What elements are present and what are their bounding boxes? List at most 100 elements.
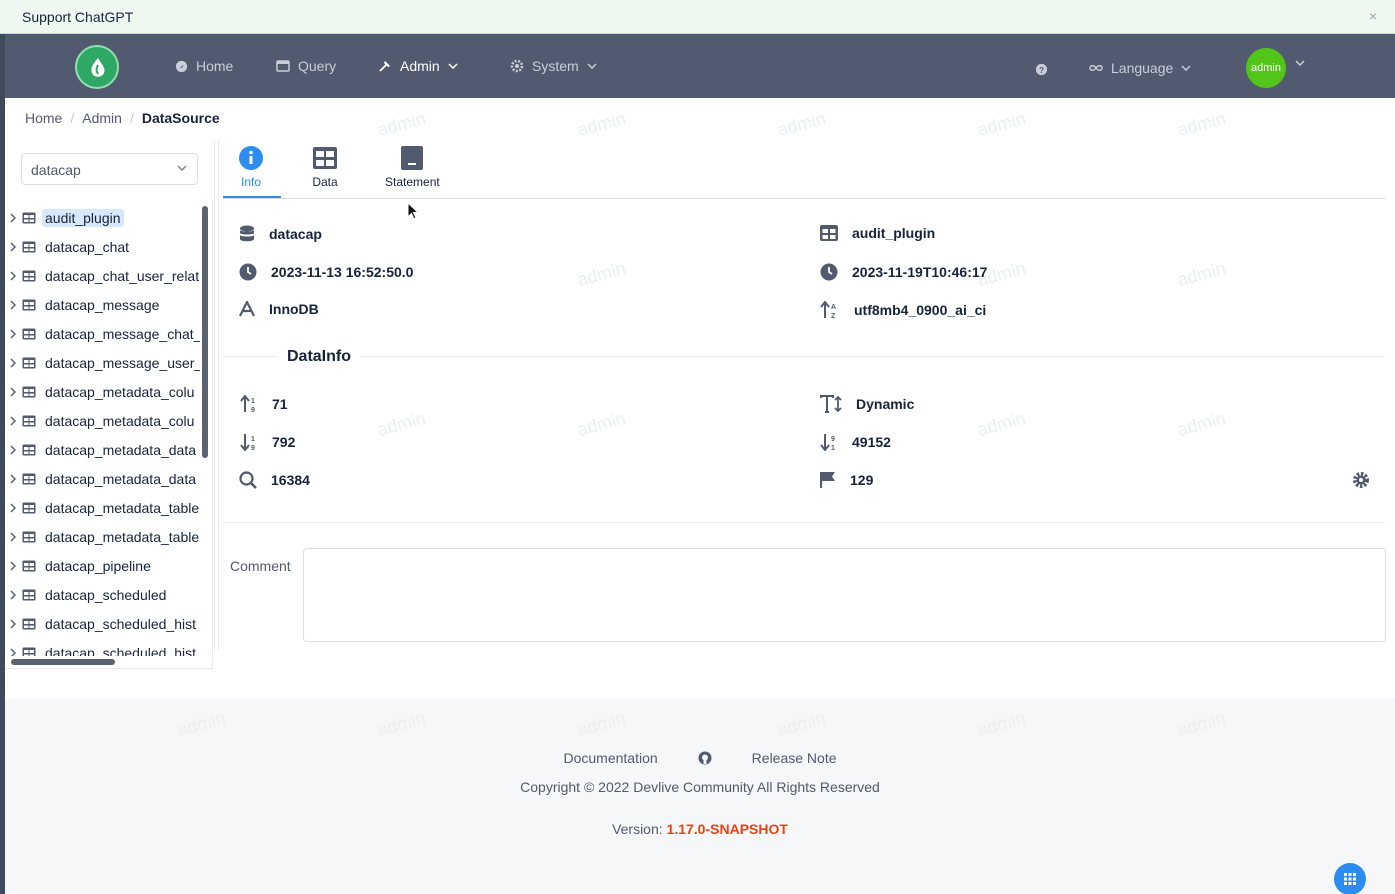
chevron-right-icon[interactable] — [10, 329, 16, 339]
documentation-link[interactable]: Documentation — [564, 750, 658, 766]
chevron-right-icon[interactable] — [10, 445, 16, 455]
tree-item-label: datacap_message_user_ — [45, 355, 200, 371]
breadcrumb-current: DataSource — [141, 110, 220, 126]
table-icon — [22, 560, 36, 572]
tree-item[interactable]: datacap_chat — [10, 236, 200, 258]
tree-item[interactable]: datacap_message_user_ — [10, 352, 200, 374]
github-icon[interactable] — [698, 751, 712, 765]
comment-textarea[interactable] — [303, 548, 1386, 642]
clock-icon — [239, 263, 257, 281]
create-time: 2023-11-13 16:52:50.0 — [271, 264, 414, 280]
nav-system[interactable]: System — [510, 56, 597, 76]
tree-item[interactable]: datacap_chat_user_relat — [10, 265, 200, 287]
chevron-right-icon[interactable] — [10, 242, 16, 252]
info-auto-increment: 129 — [820, 471, 873, 489]
watermark: admin — [375, 708, 428, 741]
font-icon — [239, 301, 255, 317]
logo[interactable] — [75, 45, 119, 89]
nav-admin-label: Admin — [400, 58, 440, 74]
chevron-right-icon[interactable] — [10, 532, 16, 542]
tree-item-label: datacap_chat — [45, 239, 130, 255]
watermark: admin — [575, 708, 628, 741]
section-divider — [223, 522, 1385, 523]
watermark: admin — [1175, 708, 1228, 741]
tree-horizontal-scrollbar[interactable] — [11, 659, 115, 665]
comment-label: Comment — [230, 558, 291, 574]
apps-button[interactable] — [1334, 863, 1366, 894]
table-icon — [22, 444, 36, 456]
tree-item[interactable]: datacap_metadata_data — [10, 439, 200, 461]
tree-item-label: datacap_scheduled — [45, 587, 167, 603]
tree-item[interactable]: datacap_scheduled_hist — [10, 613, 200, 635]
settings-icon[interactable] — [1352, 471, 1370, 489]
tree-item[interactable]: datacap_message_chat_ — [10, 323, 200, 345]
chevron-down-icon — [1181, 65, 1191, 71]
chevron-right-icon[interactable] — [10, 271, 16, 281]
chevron-down-icon — [448, 63, 458, 69]
tree-vertical-scrollbar[interactable] — [202, 206, 208, 458]
panel-splitter[interactable] — [214, 140, 219, 650]
chevron-right-icon[interactable] — [10, 648, 16, 656]
tree-item[interactable]: datacap_metadata_data — [10, 468, 200, 490]
chevron-right-icon[interactable] — [10, 213, 16, 223]
svg-text:A: A — [831, 304, 836, 311]
chevron-right-icon[interactable] — [10, 300, 16, 310]
tab-statement[interactable]: Statement — [385, 145, 440, 189]
tree-item[interactable]: datacap_metadata_colu — [10, 381, 200, 403]
table-icon — [22, 473, 36, 485]
tree-item[interactable]: datacap_metadata_colu — [10, 410, 200, 432]
database-icon — [240, 225, 254, 242]
table-icon — [22, 589, 36, 601]
svg-text:1: 1 — [251, 398, 255, 405]
close-icon[interactable]: × — [1369, 8, 1377, 24]
collation: utf8mb4_0900_ai_ci — [854, 302, 987, 318]
nav-admin[interactable]: Admin — [378, 56, 458, 76]
info-engine: InnoDB — [239, 301, 319, 317]
terminal-icon — [401, 146, 424, 170]
tree-item[interactable]: audit_plugin — [10, 207, 200, 229]
watermark: admin — [175, 708, 228, 741]
table-icon — [22, 328, 36, 340]
svg-text:?: ? — [1039, 64, 1044, 74]
avatar[interactable]: admin — [1246, 48, 1286, 88]
tab-info-label: Info — [240, 175, 261, 189]
data-length: 49152 — [852, 434, 891, 450]
table-tree: audit_plugin datacap_chat datacap_chat_use… — [10, 204, 200, 656]
tree-item[interactable]: datacap_metadata_table — [10, 497, 200, 519]
chevron-right-icon[interactable] — [10, 561, 16, 571]
chevron-right-icon[interactable] — [10, 416, 16, 426]
breadcrumb-admin[interactable]: Admin — [82, 110, 122, 126]
tree-item[interactable]: datacap_scheduled_hist — [10, 642, 200, 656]
breadcrumb-home[interactable]: Home — [25, 110, 62, 126]
tree-item[interactable]: datacap_scheduled — [10, 584, 200, 606]
language-menu[interactable]: Language — [1089, 58, 1191, 78]
watermark: admin — [375, 408, 428, 441]
tree-item[interactable]: datacap_metadata_table — [10, 526, 200, 548]
tab-data-label: Data — [312, 175, 338, 189]
sort-alpha-icon: AZ — [820, 301, 836, 319]
chevron-right-icon[interactable] — [10, 474, 16, 484]
nav-query[interactable]: Query — [276, 56, 336, 76]
chevron-right-icon[interactable] — [10, 503, 16, 513]
language-label: Language — [1111, 60, 1174, 76]
chevron-right-icon[interactable] — [10, 590, 16, 600]
chevron-down-icon[interactable] — [1295, 60, 1305, 66]
tree-item-label: datacap_scheduled_hist — [45, 616, 197, 632]
database-select[interactable]: datacap — [21, 153, 198, 185]
help-button[interactable]: ? — [1035, 59, 1048, 79]
chevron-right-icon[interactable] — [10, 387, 16, 397]
query-icon — [276, 60, 290, 72]
nav-home[interactable]: Home — [175, 56, 233, 76]
release-note-link[interactable]: Release Note — [752, 750, 837, 766]
chevron-right-icon[interactable] — [10, 619, 16, 629]
tree-item-label: datacap_metadata_data — [45, 442, 197, 458]
breadcrumb: Home / Admin / DataSource — [25, 110, 220, 126]
help-icon: ? — [1035, 63, 1048, 75]
tree-item[interactable]: datacap_pipeline — [10, 555, 200, 577]
tree-item[interactable]: datacap_message — [10, 294, 200, 316]
row-format: Dynamic — [856, 396, 915, 412]
tab-data[interactable]: Data — [312, 145, 338, 189]
watermark: admin — [975, 708, 1028, 741]
tab-info[interactable]: Info — [238, 145, 264, 189]
chevron-right-icon[interactable] — [10, 358, 16, 368]
